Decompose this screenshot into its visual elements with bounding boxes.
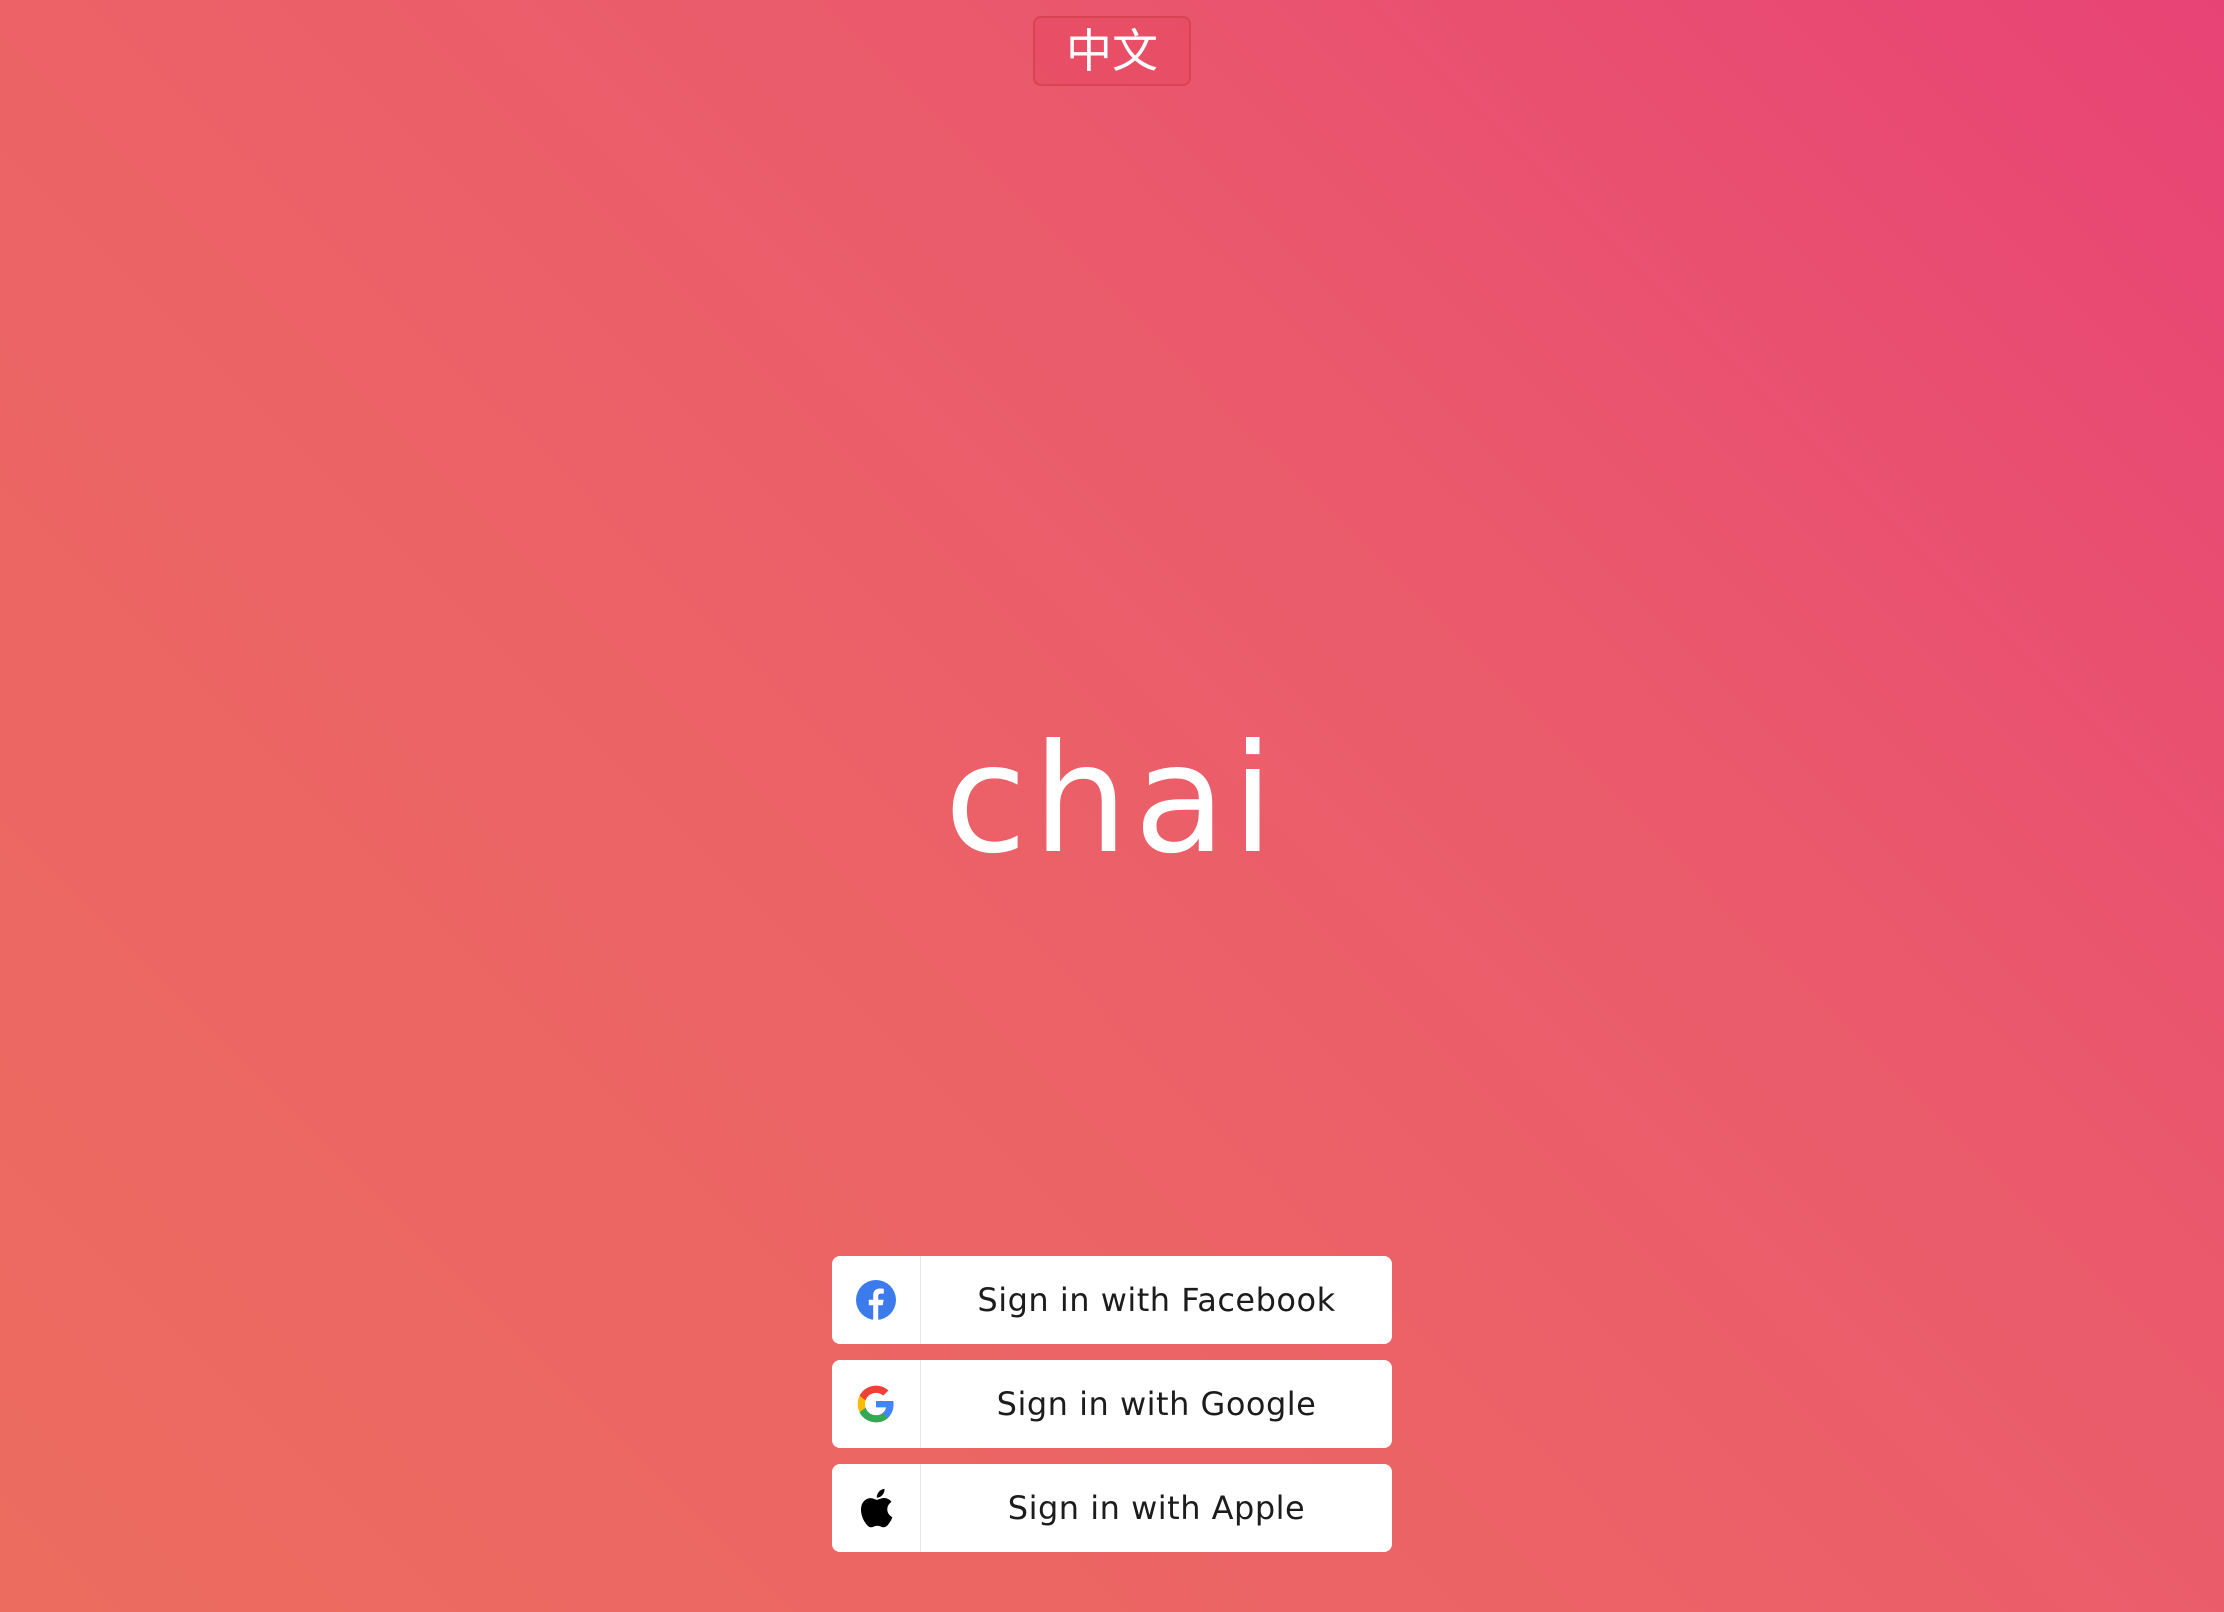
signin-apple-label: Sign in with Apple — [1007, 1489, 1306, 1527]
signin-google-button[interactable]: Sign in with Google — [832, 1360, 1392, 1448]
google-icon — [832, 1360, 921, 1448]
language-toggle-button[interactable]: 中文 — [1033, 16, 1191, 86]
signin-google-label: Sign in with Google — [996, 1385, 1317, 1423]
signin-apple-button[interactable]: Sign in with Apple — [832, 1464, 1392, 1552]
app-logo: chai — [944, 713, 1280, 887]
signin-options: Sign in with Facebook Sign in with Googl… — [832, 1256, 1392, 1568]
facebook-icon — [832, 1256, 921, 1344]
signin-facebook-button[interactable]: Sign in with Facebook — [832, 1256, 1392, 1344]
apple-icon — [832, 1464, 921, 1552]
signin-facebook-label: Sign in with Facebook — [977, 1281, 1336, 1319]
